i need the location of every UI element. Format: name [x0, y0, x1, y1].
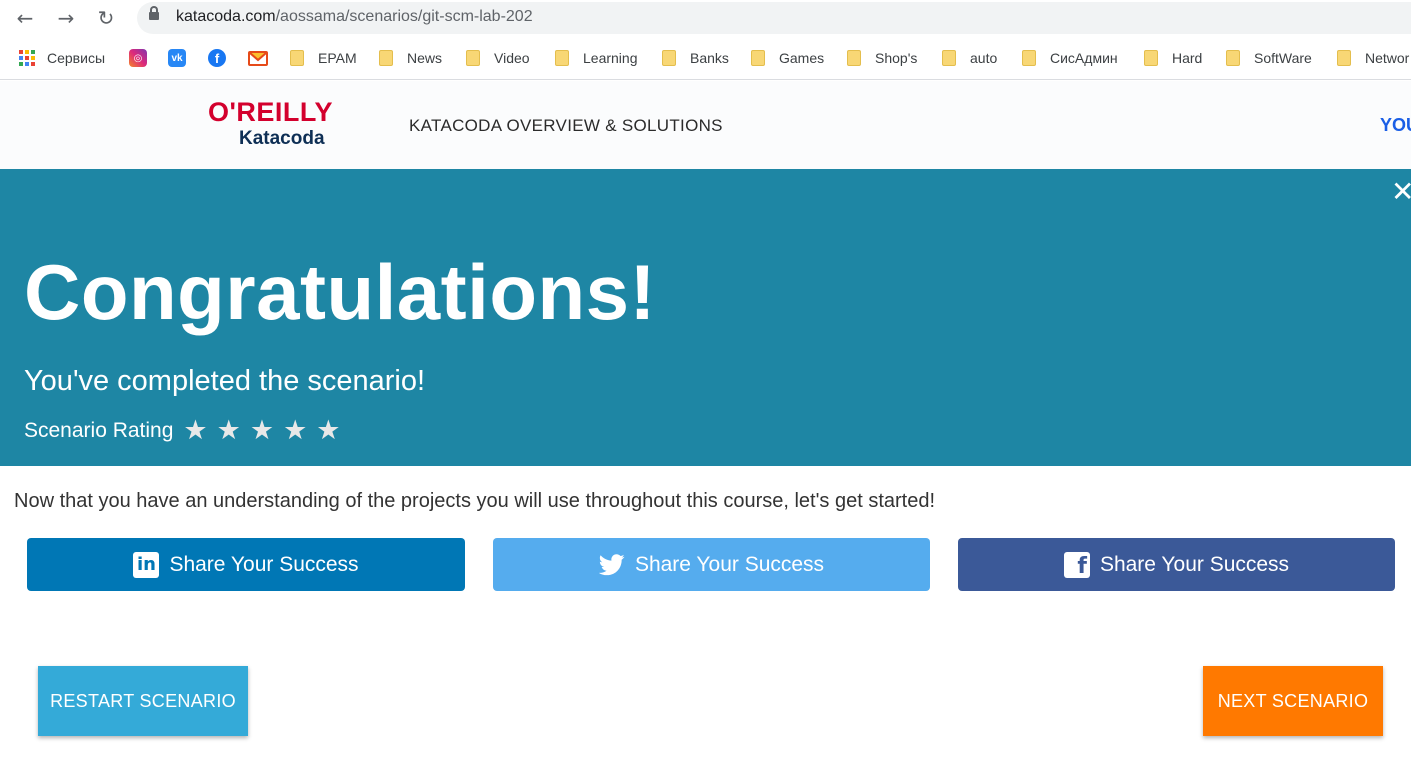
address-bar[interactable]: katacoda.com/aossama/scenarios/git-scm-l… [137, 2, 1411, 34]
share-linkedin-label: Share Your Success [169, 552, 359, 576]
bookmark-label: Hard [1172, 50, 1203, 66]
bookmark-folder-sysadmin[interactable]: СисАдмин [1022, 48, 1118, 68]
bookmark-label: News [407, 50, 443, 66]
bookmark-label: СисАдмин [1050, 50, 1118, 66]
star-icon[interactable]: ★ [250, 417, 274, 444]
nav-your-profile[interactable]: YOU [1380, 115, 1411, 136]
share-twitter-label: Share Your Success [634, 552, 825, 576]
url-text[interactable]: katacoda.com/aossama/scenarios/git-scm-l… [176, 8, 533, 26]
folder-icon [290, 50, 304, 66]
star-icon[interactable]: ★ [217, 417, 241, 444]
bookmark-label: Video [494, 50, 530, 66]
share-linkedin-button[interactable]: in Share Your Success [27, 538, 465, 591]
bookmark-vk[interactable]: vk [168, 48, 186, 68]
bookmark-folder-shops[interactable]: Shop's [847, 48, 917, 68]
folder-icon [1144, 50, 1158, 66]
lock-icon [149, 6, 159, 20]
twitter-icon [598, 552, 625, 578]
rating-label: Scenario Rating [24, 418, 174, 442]
reload-icon[interactable]: ↻ [94, 6, 118, 30]
katacoda-logo[interactable]: Katacoda [239, 128, 325, 150]
star-icon[interactable]: ★ [183, 417, 207, 444]
share-facebook-label: Share Your Success [1099, 552, 1290, 576]
back-icon[interactable]: ← [13, 6, 37, 30]
congratulations-banner: ✕ Congratulations! You've completed the … [0, 169, 1411, 466]
facebook-icon: f [208, 49, 226, 67]
bookmark-label: Learning [583, 50, 638, 66]
folder-icon [555, 50, 569, 66]
folder-icon [1337, 50, 1351, 66]
share-facebook-button[interactable]: f Share Your Success [958, 538, 1395, 591]
url-domain: katacoda.com [176, 8, 276, 25]
star-icon[interactable]: ★ [283, 417, 307, 444]
bookmark-label: Shop's [875, 50, 918, 66]
bookmark-folder-software[interactable]: SoftWare [1226, 48, 1312, 68]
bookmark-folder-video[interactable]: Video [466, 48, 530, 68]
nav-overview-solutions[interactable]: KATACODA OVERVIEW & SOLUTIONS [409, 116, 723, 136]
browser-toolbar: ← → ↻ katacoda.com/aossama/scenarios/git… [0, 0, 1411, 37]
share-twitter-button[interactable]: Share Your Success [493, 538, 930, 591]
bookmark-facebook[interactable]: f [208, 48, 226, 68]
next-scenario-button[interactable]: NEXT SCENARIO [1203, 666, 1383, 736]
star-icon[interactable]: ★ [316, 417, 340, 444]
bookmark-folder-epam[interactable]: EPAM [290, 48, 357, 68]
folder-icon [466, 50, 480, 66]
bookmark-instagram[interactable]: ◎ [129, 48, 147, 68]
bookmark-label: Networ [1365, 50, 1410, 66]
folder-icon [662, 50, 676, 66]
bookmarks-bar: Сервисы ◎ vk f EPAM News Video Learning … [0, 37, 1411, 80]
folder-icon [1022, 50, 1036, 66]
bookmark-folder-network[interactable]: Networ [1337, 48, 1409, 68]
close-icon[interactable]: ✕ [1391, 175, 1411, 208]
folder-icon [942, 50, 956, 66]
bookmark-label: auto [970, 50, 998, 66]
linkedin-icon: in [133, 551, 160, 578]
banner-subtitle: You've completed the scenario! [24, 365, 426, 397]
facebook-icon: f [1063, 551, 1090, 578]
apps-icon [19, 50, 35, 66]
bookmark-folder-news[interactable]: News [379, 48, 442, 68]
bookmark-label: Games [779, 50, 825, 66]
restart-scenario-button[interactable]: RESTART SCENARIO [38, 666, 248, 736]
scenario-rating: Scenario Rating ★ ★ ★ ★ ★ [24, 417, 350, 444]
bookmark-label: Сервисы [47, 50, 106, 66]
site-header: O'REILLY Katacoda KATACODA OVERVIEW & SO… [0, 81, 1411, 169]
banner-title: Congratulations! [24, 248, 656, 336]
vk-icon: vk [168, 49, 186, 67]
bookmark-label: EPAM [318, 50, 357, 66]
folder-icon [847, 50, 861, 66]
bookmark-services[interactable]: Сервисы [19, 48, 105, 68]
mail-icon [248, 50, 268, 66]
bookmark-label: Banks [690, 50, 729, 66]
bookmark-folder-learning[interactable]: Learning [555, 48, 638, 68]
instagram-icon: ◎ [129, 49, 147, 67]
bookmark-folder-auto[interactable]: auto [942, 48, 997, 68]
folder-icon [379, 50, 393, 66]
bookmark-label: SoftWare [1254, 50, 1312, 66]
folder-icon [1226, 50, 1240, 66]
bookmark-mail[interactable] [248, 48, 268, 68]
url-path: /aossama/scenarios/git-scm-lab-202 [275, 8, 533, 25]
intro-text: Now that you have an understanding of th… [14, 490, 936, 512]
bookmark-folder-games[interactable]: Games [751, 48, 824, 68]
forward-icon[interactable]: → [54, 6, 78, 30]
bookmark-folder-hard[interactable]: Hard [1144, 48, 1202, 68]
bookmark-folder-banks[interactable]: Banks [662, 48, 729, 68]
folder-icon [751, 50, 765, 66]
oreilly-logo[interactable]: O'REILLY [208, 97, 333, 128]
